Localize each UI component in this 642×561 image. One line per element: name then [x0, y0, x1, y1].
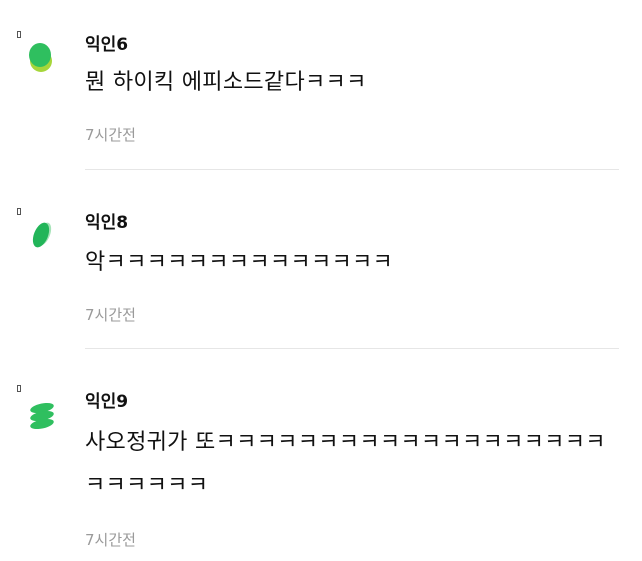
comment-text: 사오정귀가 또ㅋㅋㅋㅋㅋㅋㅋㅋㅋㅋㅋㅋㅋㅋㅋㅋㅋㅋㅋㅋㅋㅋㅋㅋㅋ	[85, 430, 606, 498]
green-leaf-icon[interactable]	[26, 218, 56, 252]
divider	[85, 348, 619, 349]
comment-marker	[17, 208, 21, 215]
comment-text: 악ㅋㅋㅋㅋㅋㅋㅋㅋㅋㅋㅋㅋㅋㅋ	[85, 250, 394, 275]
comment-marker	[17, 31, 21, 38]
divider	[85, 169, 619, 170]
comment-marker	[17, 385, 21, 392]
comment-author[interactable]: 익인9	[85, 387, 128, 412]
comment-author[interactable]: 익인8	[85, 208, 128, 233]
comment-author[interactable]: 익인6	[85, 30, 128, 55]
comment-time: 7시간전	[85, 306, 136, 324]
green-stack-icon[interactable]	[26, 400, 56, 434]
comment-time: 7시간전	[85, 126, 136, 144]
comment-time: 7시간전	[85, 531, 136, 549]
comment-text: 뭔 하이킥 에피소드같다ㅋㅋㅋ	[85, 70, 367, 95]
green-gem-icon[interactable]	[26, 40, 56, 74]
